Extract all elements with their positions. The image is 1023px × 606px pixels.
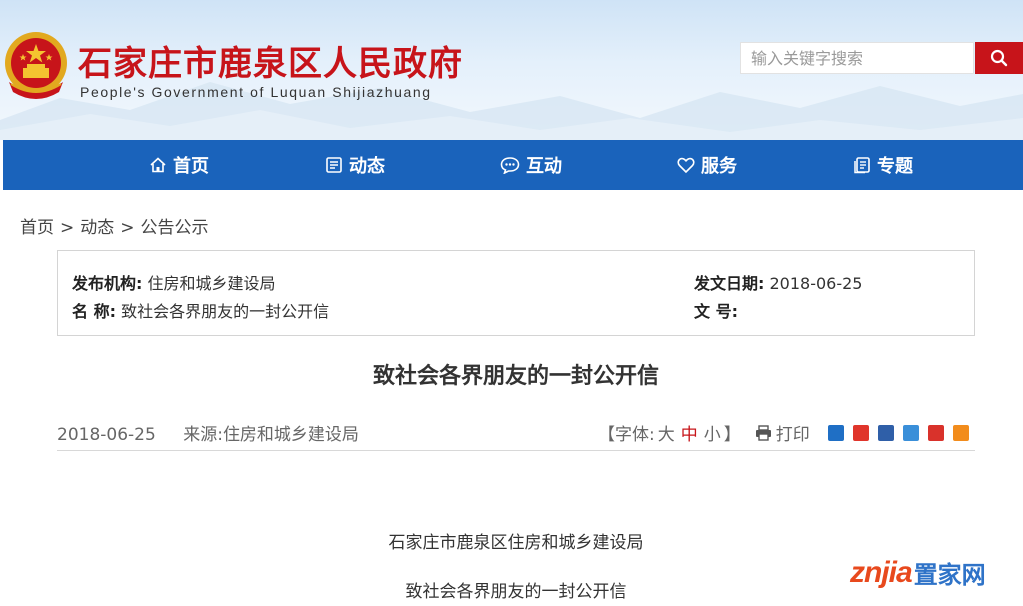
- info-date-value: 2018-06-25: [769, 274, 863, 293]
- info-date: 发文日期: 2018-06-25: [694, 270, 862, 294]
- print-button[interactable]: 打印: [755, 420, 810, 445]
- font-size-small[interactable]: 小: [704, 420, 721, 445]
- watermark-brand: znjia: [850, 555, 913, 589]
- article-date: 2018-06-25: [57, 425, 156, 445]
- nav-item-label: 动态: [349, 156, 385, 177]
- main-nav: 首页 动态 互动 服务 专题: [3, 140, 1023, 190]
- site-watermark: znjia 置家网: [850, 555, 986, 590]
- national-emblem-icon: [5, 32, 67, 99]
- chat-icon: [500, 157, 520, 174]
- breadcrumb-separator: >: [60, 218, 75, 238]
- nav-item-news[interactable]: 动态: [267, 140, 443, 190]
- heart-icon: [677, 157, 695, 174]
- font-size-medium[interactable]: 中: [681, 420, 698, 445]
- site-title: 石家庄市鹿泉区人民政府: [78, 44, 463, 84]
- breadcrumb-separator: >: [120, 218, 135, 238]
- nav-item-label: 专题: [877, 156, 913, 177]
- share-tencent-icon[interactable]: [902, 424, 919, 441]
- site-subtitle: People's Government of Luquan Shijiazhua…: [80, 84, 432, 100]
- search-icon: [990, 49, 1008, 67]
- font-size-label: 【字体:: [598, 425, 655, 445]
- article-body-line: 致社会各界朋友的一封公开信: [405, 582, 627, 602]
- share-icons: [827, 424, 978, 441]
- breadcrumb: 首页 > 动态 > 公告公示: [20, 213, 209, 238]
- nav-item-topic[interactable]: 专题: [795, 140, 971, 190]
- meta-divider: [57, 450, 975, 451]
- print-label: 打印: [775, 425, 810, 445]
- article-title: 致社会各界朋友的一封公开信: [372, 364, 659, 389]
- share-renren-icon[interactable]: [877, 424, 894, 441]
- nav-item-service[interactable]: 服务: [619, 140, 795, 190]
- info-agency: 发布机构: 住房和城乡建设局: [72, 270, 276, 294]
- watermark-cn: 置家网: [913, 561, 986, 589]
- nav-item-home[interactable]: 首页: [91, 140, 267, 190]
- share-weibo-icon[interactable]: [852, 424, 869, 441]
- info-name: 名 称: 致社会各界朋友的一封公开信: [72, 298, 329, 322]
- nav-item-label: 首页: [173, 156, 209, 177]
- news-icon: [326, 157, 342, 173]
- article-body-line: 石家庄市鹿泉区住房和城乡建设局: [388, 533, 644, 553]
- search-button[interactable]: [975, 42, 1023, 74]
- share-more-icon[interactable]: [952, 424, 969, 441]
- info-agency-value: 住房和城乡建设局: [147, 274, 276, 293]
- font-size-large[interactable]: 大: [658, 420, 675, 445]
- article-tools: 【字体: 大 中 小 】 打印: [598, 420, 978, 445]
- print-icon: [755, 424, 771, 441]
- nav-item-label: 互动: [526, 156, 562, 177]
- breadcrumb-news[interactable]: 动态: [80, 218, 114, 238]
- home-icon: [150, 157, 166, 173]
- document-info-box: 发布机构: 住房和城乡建设局 发文日期: 2018-06-25 名 称: 致社会…: [57, 250, 975, 336]
- nav-item-interact[interactable]: 互动: [443, 140, 619, 190]
- site-header: 石家庄市鹿泉区人民政府 People's Government of Luqua…: [0, 0, 1023, 140]
- article-source-value: 住房和城乡建设局: [222, 425, 359, 445]
- info-name-label: 名 称:: [72, 302, 116, 321]
- font-size-label-close: 】: [723, 425, 741, 445]
- topic-icon: [854, 157, 870, 174]
- info-agency-label: 发布机构:: [72, 274, 143, 293]
- article-meta: 2018-06-25 来源:住房和城乡建设局: [57, 420, 359, 445]
- info-name-value: 致社会各界朋友的一封公开信: [121, 302, 330, 321]
- info-doc-number: 文 号:: [694, 298, 738, 322]
- info-doc-label: 文 号:: [694, 302, 738, 321]
- share-qzone-icon[interactable]: [827, 424, 844, 441]
- article-source-label: 来源:: [183, 425, 223, 445]
- share-douban-icon[interactable]: [927, 424, 944, 441]
- breadcrumb-home[interactable]: 首页: [20, 218, 54, 238]
- info-date-label: 发文日期:: [694, 274, 765, 293]
- breadcrumb-notices[interactable]: 公告公示: [141, 218, 209, 238]
- search-input[interactable]: [740, 42, 974, 74]
- nav-item-label: 服务: [701, 156, 737, 177]
